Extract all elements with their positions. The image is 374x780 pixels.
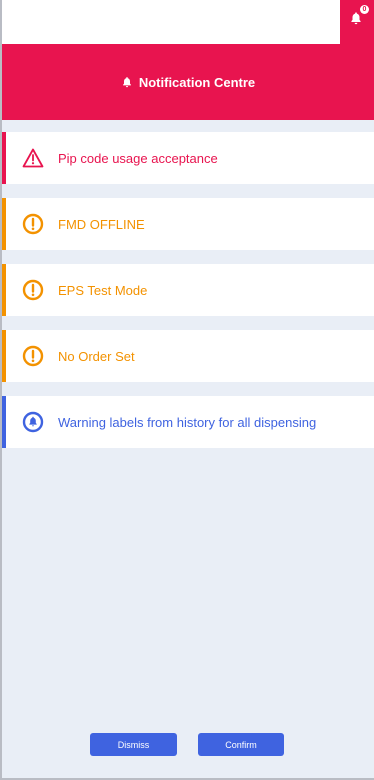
exclamation-circle-icon bbox=[22, 213, 44, 235]
bell-circle-icon bbox=[22, 411, 44, 433]
notifications-toggle[interactable]: 0 bbox=[340, 0, 374, 44]
panel-title: Notification Centre bbox=[138, 74, 256, 90]
warning-triangle-icon bbox=[22, 147, 44, 169]
notification-text: No Order Set bbox=[58, 348, 135, 364]
notification-text: Pip code usage acceptance bbox=[58, 150, 218, 166]
notification-text: EPS Test Mode bbox=[58, 282, 148, 298]
exclamation-circle-icon bbox=[22, 279, 44, 301]
notification-text: Warning labels from history for all disp… bbox=[58, 414, 317, 430]
notification-item-pip-code[interactable]: Pip code usage acceptance bbox=[2, 132, 374, 184]
bell-icon bbox=[121, 76, 133, 88]
notification-item-eps-test-mode[interactable]: EPS Test Mode bbox=[2, 264, 374, 316]
dismiss-button[interactable]: Dismiss bbox=[90, 733, 177, 756]
notification-item-no-order-set[interactable]: No Order Set bbox=[2, 330, 374, 382]
notification-panel: 0 Notification Centre Pip code usage acc… bbox=[0, 0, 374, 780]
exclamation-circle-icon bbox=[22, 345, 44, 367]
notification-list: Pip code usage acceptance FMD OFFLINE EP… bbox=[2, 132, 374, 462]
notification-count-badge: 0 bbox=[360, 5, 369, 14]
notification-text: FMD OFFLINE bbox=[58, 216, 145, 232]
panel-header: Notification Centre bbox=[2, 44, 374, 120]
notification-item-warning-labels[interactable]: Warning labels from history for all disp… bbox=[2, 396, 374, 448]
notification-item-fmd-offline[interactable]: FMD OFFLINE bbox=[2, 198, 374, 250]
confirm-button[interactable]: Confirm bbox=[198, 733, 284, 756]
top-bar: 0 bbox=[2, 0, 374, 44]
header-spacer bbox=[2, 120, 374, 132]
